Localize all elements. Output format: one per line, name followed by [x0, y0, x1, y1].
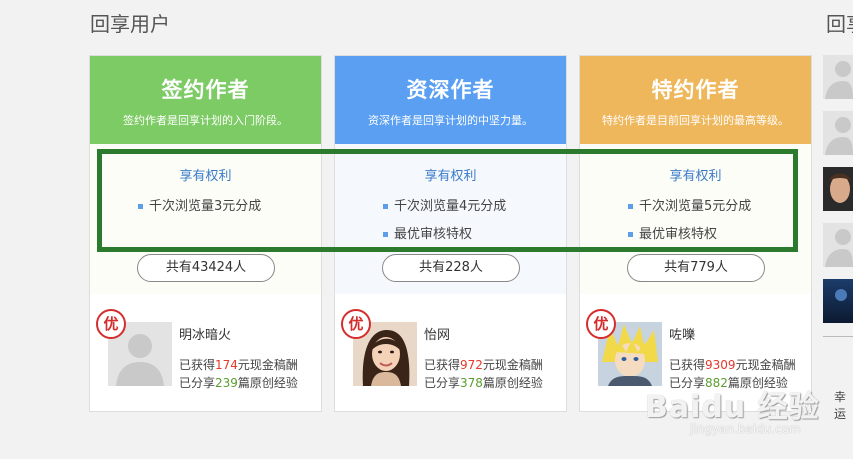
side-avatar[interactable] [823, 279, 853, 323]
member-count-button[interactable]: 共有43424人 [137, 254, 275, 282]
section-title-right: 回享 [826, 12, 853, 36]
card-title: 特约作者 [651, 77, 740, 102]
shared-stat: 已分享378篇原创经验 [424, 376, 543, 390]
earnings-stat: 已获得174元现金稿酬 [179, 358, 298, 372]
member-count-button[interactable]: 共有228人 [382, 254, 520, 282]
side-avatar-column [823, 55, 853, 345]
shared-stat: 已分享239篇原创经验 [179, 376, 298, 390]
card-header: 签约作者 签约作者是回享计划的入门阶段。 [90, 56, 321, 151]
member-count-button[interactable]: 共有779人 [627, 254, 765, 282]
excellent-badge: 优 [341, 309, 371, 339]
card-header: 资深作者 资深作者是回享计划的中坚力量。 [335, 56, 566, 151]
side-avatar[interactable] [823, 55, 853, 99]
card-desc: 特约作者是目前回享计划的最高等级。 [602, 114, 789, 127]
user-name[interactable]: 咗嚛 [669, 324, 695, 343]
user-name[interactable]: 怡网 [424, 324, 450, 343]
side-avatar[interactable] [823, 223, 853, 267]
card-desc: 资深作者是回享计划的中坚力量。 [368, 114, 533, 127]
excellent-badge: 优 [586, 309, 616, 339]
side-divider [823, 336, 853, 337]
earnings-stat: 已获得972元现金稿酬 [424, 358, 543, 372]
side-avatar[interactable] [823, 111, 853, 155]
highlight-box [97, 149, 798, 252]
side-text: 幸运 [834, 390, 847, 421]
baidu-watermark-url: jingyan.baidu.com [690, 422, 801, 436]
card-title: 签约作者 [161, 77, 250, 102]
earnings-stat: 已获得9309元现金稿酬 [669, 358, 796, 372]
baidu-watermark: Baidu 经验 [645, 390, 820, 425]
user-name[interactable]: 明冰暗火 [179, 324, 231, 343]
card-title: 资深作者 [406, 77, 495, 102]
card-desc: 签约作者是回享计划的入门阶段。 [123, 114, 288, 127]
side-avatar[interactable] [823, 167, 853, 211]
section-title: 回享用户 [90, 12, 170, 36]
card-header: 特约作者 特约作者是目前回享计划的最高等级。 [580, 56, 811, 151]
excellent-badge: 优 [96, 309, 126, 339]
